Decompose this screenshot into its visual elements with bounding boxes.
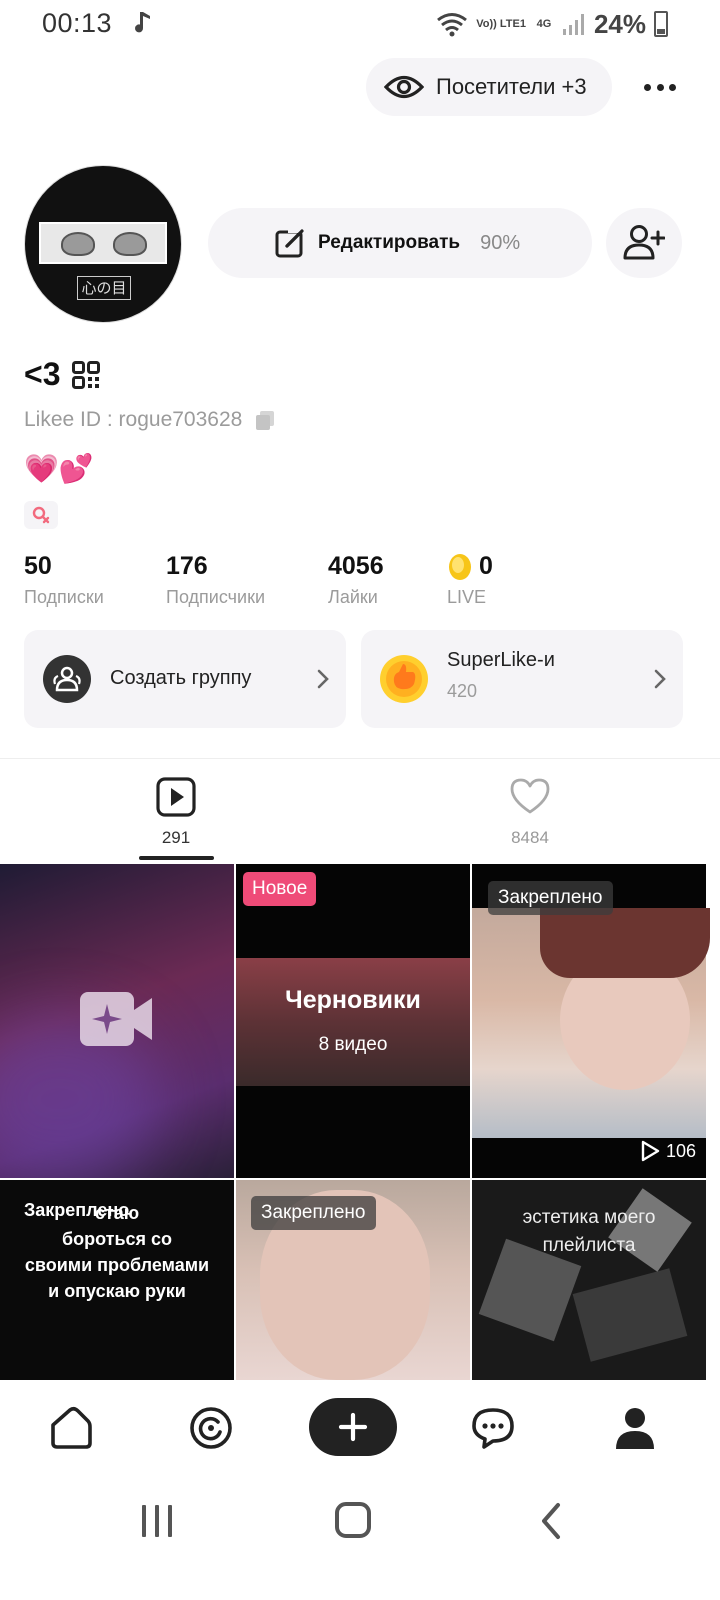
- battery-icon: [654, 11, 668, 37]
- likee-id: Likee ID : rogue703628: [24, 408, 243, 431]
- create-group-card[interactable]: Создать группу: [24, 630, 346, 728]
- gender-tag: [24, 501, 58, 529]
- home-icon[interactable]: [48, 1405, 94, 1451]
- create-group-label: Создать группу: [110, 667, 252, 689]
- avatar[interactable]: 心の目: [24, 165, 182, 323]
- stat-label: Лайки: [328, 587, 378, 607]
- chevron-right-icon: [654, 669, 666, 689]
- heart-icon: [510, 778, 550, 814]
- system-nav-bar: [0, 1480, 720, 1600]
- create-button[interactable]: [309, 1398, 397, 1456]
- home-button-icon[interactable]: [334, 1501, 372, 1539]
- visitors-label: Посетители +3: [436, 74, 587, 99]
- video-text-overlay: эстетика моего плейлиста: [522, 1207, 656, 1256]
- superlike-count: 420: [447, 681, 478, 701]
- stat-followers[interactable]: 176 Подписчики: [166, 552, 265, 608]
- explore-icon[interactable]: [188, 1405, 234, 1451]
- edit-label: Редактировать: [318, 232, 461, 253]
- view-count-value: 106: [666, 1140, 697, 1161]
- stat-label: Подписки: [24, 587, 104, 607]
- tab-liked[interactable]: 8484: [470, 772, 590, 848]
- profile-completion: 90%: [480, 231, 521, 254]
- back-icon[interactable]: [540, 1502, 562, 1540]
- wifi-icon: [437, 13, 468, 37]
- female-icon: [32, 506, 50, 524]
- status-bar: 00:13 Vo)) LTE1 4G 24%: [0, 0, 720, 48]
- pinned-badge: Закреплено: [24, 1200, 130, 1220]
- add-friend-button[interactable]: [606, 208, 682, 278]
- stat-label: LIVE: [447, 587, 487, 607]
- videos-count: 291: [161, 828, 191, 847]
- stat-following[interactable]: 50 Подписки: [24, 552, 104, 608]
- divider: [0, 758, 720, 759]
- add-user-icon: [623, 225, 665, 260]
- drafts-count: 8 видео: [318, 1034, 388, 1055]
- stat-value: 176: [166, 552, 208, 580]
- drafts-title: Черновики: [285, 986, 421, 1014]
- play-outline-icon: [641, 1140, 660, 1162]
- recents-icon[interactable]: [140, 1505, 174, 1537]
- messages-icon[interactable]: [470, 1405, 516, 1451]
- coin-icon: [449, 553, 471, 580]
- network-type: 4G: [536, 17, 552, 30]
- pinned-badge: Закреплено: [251, 1196, 376, 1230]
- dot-icon: [656, 83, 664, 91]
- new-badge: Новое: [243, 872, 317, 906]
- video-camera-icon: [80, 992, 152, 1046]
- view-count: 106: [640, 1140, 696, 1162]
- avatar-eye-right: [113, 232, 147, 256]
- video-play-icon: [156, 777, 196, 817]
- avatar-eye-left: [61, 232, 95, 256]
- tab-underline: [139, 856, 214, 860]
- avatar-kanji: 心の目: [77, 276, 131, 300]
- stat-value: 0: [479, 552, 493, 580]
- pinned-badge: Закреплено: [488, 881, 613, 915]
- profile-bio: 💗💕: [24, 452, 94, 485]
- copy-icon[interactable]: [254, 409, 276, 431]
- edit-icon: [275, 227, 306, 258]
- stat-value: 50: [24, 552, 52, 580]
- signal-icon: [562, 14, 584, 35]
- superlike-icon: [380, 655, 428, 703]
- chevron-right-icon: [317, 669, 329, 689]
- qr-code-icon[interactable]: [72, 360, 101, 389]
- music-note-icon: [135, 12, 150, 33]
- visitors-button[interactable]: Посетители +3: [366, 58, 612, 116]
- name-row: <3: [24, 356, 101, 393]
- plus-icon: [338, 1412, 368, 1442]
- avatar-eyes-strip: [39, 222, 167, 264]
- status-time: 00:13: [42, 8, 113, 38]
- likee-id-row: Likee ID : rogue703628: [24, 408, 276, 432]
- profile-name: <3: [24, 356, 61, 392]
- stat-label: Подписчики: [166, 587, 266, 607]
- drafts-thumbnail: [236, 958, 470, 1086]
- tab-videos[interactable]: 291: [116, 772, 236, 848]
- edit-profile-button[interactable]: Редактировать 90%: [208, 208, 592, 278]
- eye-icon: [384, 75, 424, 99]
- group-icon: [43, 655, 91, 703]
- profile-icon[interactable]: [612, 1405, 658, 1451]
- stat-live[interactable]: 0 LIVE: [447, 552, 493, 608]
- stat-likes[interactable]: 4056 Лайки: [328, 552, 384, 608]
- stat-value: 4056: [328, 552, 384, 580]
- dot-icon: [669, 83, 676, 91]
- volte-indicator: Vo)) LTE1: [476, 17, 526, 30]
- dot-icon: [644, 83, 651, 91]
- status-icons: Vo)) LTE1 4G 24%: [436, 8, 668, 40]
- superlike-card[interactable]: SuperLike-и 420: [361, 630, 683, 728]
- more-options-button[interactable]: [638, 70, 682, 104]
- likes-count: 8484: [511, 828, 549, 847]
- battery-percent: 24%: [593, 8, 646, 39]
- superlike-title: SuperLike-и: [447, 649, 555, 671]
- video-thumbnail-hair: [540, 908, 710, 978]
